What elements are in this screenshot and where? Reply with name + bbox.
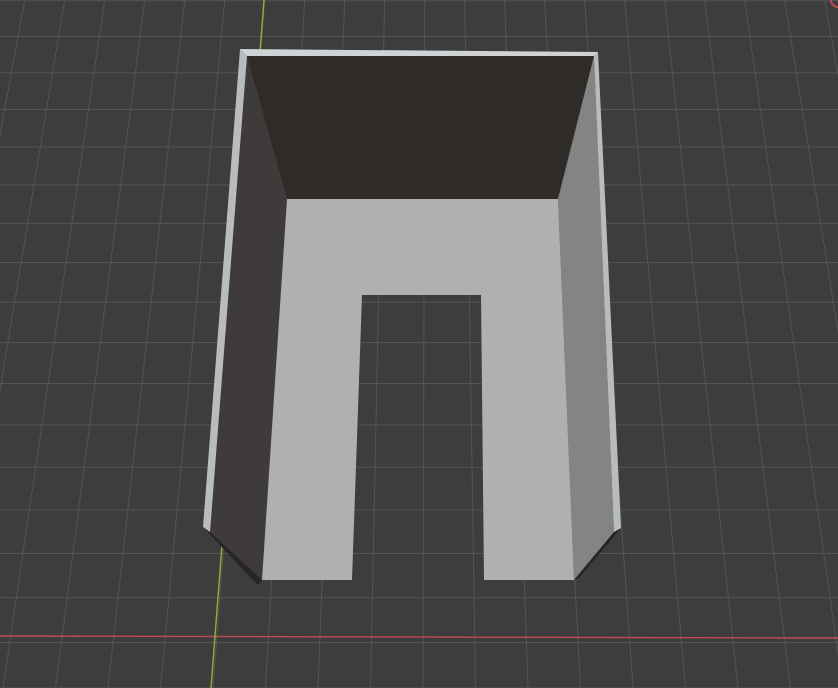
viewport-canvas[interactable] <box>0 0 838 688</box>
back-wall[interactable] <box>247 56 594 199</box>
3d-viewport[interactable] <box>0 0 838 688</box>
